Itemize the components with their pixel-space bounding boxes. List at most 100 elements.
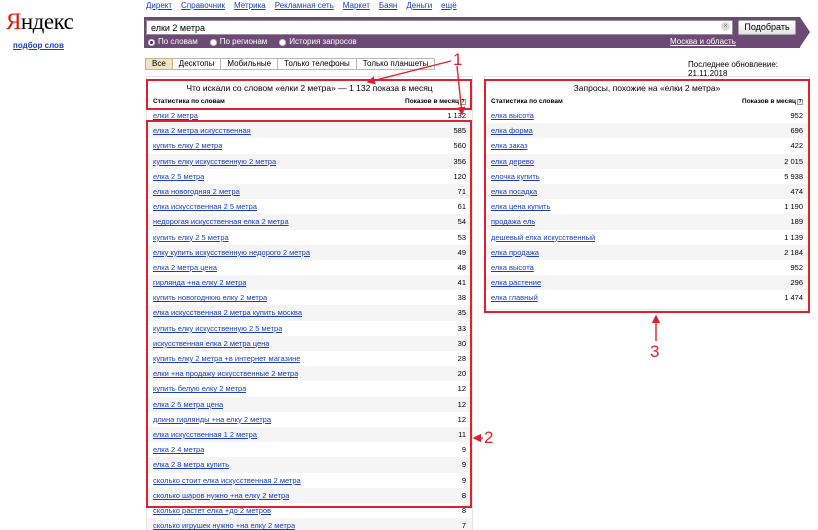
table-row: искусственная елка 2 метра цена 30 [147, 335, 472, 351]
keyword-link[interactable]: елочка купить [491, 169, 540, 184]
tab-mobile[interactable]: Мобильные [221, 58, 279, 70]
keyword-link[interactable]: елка дерево [491, 154, 534, 169]
clear-icon[interactable]: × [721, 22, 730, 31]
keyword-link[interactable]: купить елку искусственную 2 метра [153, 154, 276, 169]
keyword-link[interactable]: елка искусственная 2 5 метра [153, 199, 257, 214]
table-row: купить елку 2 метра +в интернет магазине… [147, 351, 472, 366]
keyword-link[interactable]: елка 2 метра искусственная [153, 123, 251, 138]
annotation-number-2: 2 [484, 428, 494, 447]
yandex-logo[interactable]: Яндекс [6, 9, 74, 35]
impressions-count: 38 [457, 293, 466, 303]
table-row: елка 2 метра искусственная 585 [147, 123, 472, 139]
keyword-link[interactable]: купить елку 2 5 метра [153, 230, 229, 245]
keyword-link[interactable]: сколько растет елка +до 2 метров [153, 503, 271, 518]
keyword-link[interactable]: елка заказ [491, 138, 528, 153]
keyword-link[interactable]: елка цена купить [491, 199, 551, 214]
table-row: елка цена купить 1 190 [485, 199, 809, 214]
search-button[interactable]: Подобрать [738, 20, 796, 35]
keyword-link[interactable]: елка растение [491, 275, 541, 290]
keyword-link[interactable]: искусственная елка 2 метра цена [153, 336, 269, 351]
keyword-link[interactable]: елка продажа [491, 245, 539, 260]
impressions-count: 12 [457, 414, 466, 424]
radio-history[interactable]: История запросов [279, 37, 357, 47]
topnav-market[interactable]: Маркет [343, 1, 370, 10]
keyword-link[interactable]: елки 2 метра [153, 108, 198, 123]
keyword-link[interactable]: купить елку 2 метра [153, 138, 222, 153]
tab-tablets-only[interactable]: Только планшеты [356, 58, 436, 70]
keyword-link[interactable]: елка искусственная 2 метра купить москва [153, 305, 302, 320]
topnav-direct[interactable]: Директ [146, 1, 172, 10]
keyword-link[interactable]: елки +на продажу искусственные 2 метра [153, 366, 298, 381]
keyword-link[interactable]: гирлянда +на елку 2 метра [153, 275, 246, 290]
table-row: елка главный 1 474 [485, 290, 809, 305]
radio-by-regions[interactable]: По регионам [209, 37, 267, 47]
topnav-more[interactable]: ещё [441, 1, 456, 10]
keyword-link[interactable]: елка посадка [491, 184, 537, 199]
impressions-count: 9 [461, 445, 466, 455]
keyword-link[interactable]: елка высота [491, 108, 534, 123]
table-row: елка искусственная 2 5 метра 61 [147, 199, 472, 214]
topnav-ad-network[interactable]: Рекламная сеть [275, 1, 334, 10]
impressions-count: 61 [457, 202, 466, 212]
keyword-link[interactable]: елка форма [491, 123, 533, 138]
table-row: гирлянда +на елку 2 метра 41 [147, 275, 472, 291]
table-row: елка 2 4 метра 9 [147, 442, 472, 457]
keyword-link[interactable]: сколько стоит елка искусственная 2 метра [153, 473, 301, 488]
table-row: длина гирлянды +на елку 2 метра 12 [147, 412, 472, 427]
keyword-link[interactable]: елка 2 8 метра купить [153, 457, 229, 472]
impressions-count: 696 [790, 126, 803, 136]
keyword-link[interactable]: купить елку искусственную 2 5 метра [153, 321, 282, 336]
annotation-number-1: 1 [453, 50, 463, 69]
impressions-count: 30 [457, 338, 466, 348]
topnav-metrika[interactable]: Метрика [234, 1, 266, 10]
impressions-count: 2 184 [784, 247, 803, 257]
keyword-link[interactable]: елка 2 5 метра цена [153, 397, 223, 412]
keyword-link[interactable]: купить новогоднюю елку 2 метра [153, 290, 267, 305]
impressions-count: 7 [461, 521, 466, 530]
keyword-link[interactable]: длина гирлянды +на елку 2 метра [153, 412, 271, 427]
tab-desktops[interactable]: Десктопы [172, 58, 222, 70]
wordstat-link[interactable]: подбор слов [13, 41, 64, 50]
keyword-link[interactable]: сколько шаров нужно +на елку 2 метра [153, 488, 289, 503]
table-row: елка форма 696 [485, 123, 809, 139]
table-row: купить белую елку 2 метра 12 [147, 381, 472, 396]
keyword-link[interactable]: недорогая искусственная елка 2 метра [153, 214, 289, 229]
topnav-money[interactable]: Деньги [406, 1, 432, 10]
table-row: елка высота 952 [485, 260, 809, 275]
table-row: купить елку искусственную 2 метра 356 [147, 153, 472, 169]
tab-all[interactable]: Все [145, 58, 173, 70]
keyword-link[interactable]: елка новогодняя 2 метра [153, 184, 240, 199]
impressions-count: 296 [790, 278, 803, 288]
tab-phones-only[interactable]: Только телефоны [278, 58, 357, 70]
table-row: сколько шаров нужно +на елку 2 метра 8 [147, 487, 472, 503]
impressions-count: 71 [457, 186, 466, 196]
keyword-link[interactable]: продажа ель [491, 214, 535, 229]
topnav-bayan[interactable]: Баян [379, 1, 397, 10]
impressions-count: 5 938 [784, 171, 803, 181]
search-input[interactable]: елки 2 метра [146, 20, 733, 35]
keyword-link[interactable]: дешевый елка искусственный [491, 230, 595, 245]
keyword-link[interactable]: елку купить искусственную недорого 2 мет… [153, 245, 310, 260]
table-row: елка заказ 422 [485, 138, 809, 153]
keyword-link[interactable]: елка высота [491, 260, 534, 275]
keyword-link[interactable]: елка 2 5 метра [153, 169, 204, 184]
keyword-link[interactable]: елка 2 4 метра [153, 442, 204, 457]
table-row: сколько стоит елка искусственная 2 метра… [147, 473, 472, 488]
table-row: елка 2 метра цена 48 [147, 260, 472, 275]
left-table-header: Статистика по словам Показов в месяц? [147, 98, 472, 106]
keyword-link[interactable]: елка искусственная 1 2 метра [153, 427, 257, 442]
topnav-reference[interactable]: Справочник [181, 1, 225, 10]
keyword-link[interactable]: елка 2 метра цена [153, 260, 217, 275]
keyword-link[interactable]: сколько игрушек нужно +на елку 2 метра [153, 518, 295, 530]
region-link[interactable]: Москва и область [670, 37, 736, 47]
sort-icon[interactable]: ? [797, 99, 803, 105]
keyword-link[interactable]: купить елку 2 метра +в интернет магазине [153, 351, 300, 366]
keyword-link[interactable]: купить белую елку 2 метра [153, 381, 246, 396]
radio-by-words[interactable]: По словам [148, 37, 198, 47]
column-header-words: Статистика по словам [153, 98, 225, 105]
table-row: дешевый елка искусственный 1 139 [485, 230, 809, 245]
keyword-link[interactable]: елка главный [491, 290, 538, 305]
table-row: купить новогоднюю елку 2 метра 38 [147, 290, 472, 305]
impressions-count: 48 [457, 262, 466, 272]
sort-icon[interactable]: ? [460, 99, 466, 105]
